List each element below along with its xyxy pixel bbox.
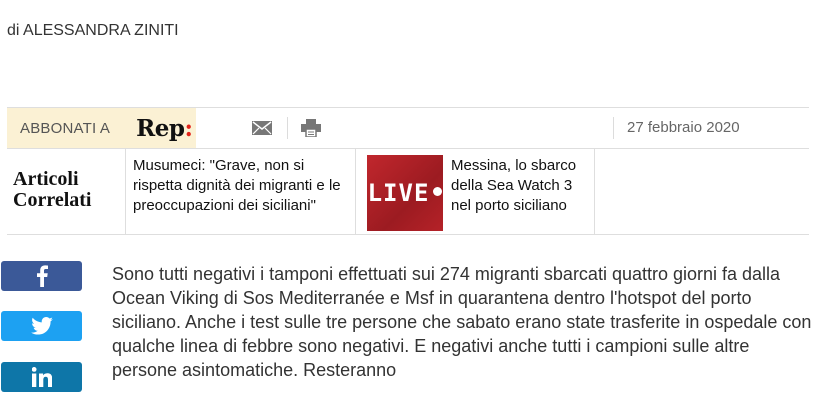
mail-icon[interactable] <box>251 118 273 138</box>
linkedin-share-button[interactable] <box>1 362 82 392</box>
related-title-line2: Correlati <box>13 189 92 211</box>
print-icon[interactable] <box>300 118 322 138</box>
related-article-link[interactable]: Musumeci: "Grave, non si rispetta dignit… <box>125 149 356 234</box>
rep-logo: Rep: <box>136 114 193 142</box>
twitter-share-button[interactable] <box>1 311 82 341</box>
linkedin-icon <box>31 367 52 387</box>
related-title-line1: Articoli <box>13 168 79 190</box>
related-article-title: Messina, lo sbarco della Sea Watch 3 nel… <box>451 157 577 214</box>
related-article-title: Musumeci: "Grave, non si rispetta dignit… <box>133 157 341 214</box>
related-articles: Articoli Correlati Musumeci: "Grave, non… <box>7 149 809 235</box>
rep-logo-text: Rep <box>136 114 185 142</box>
article-date: 27 febbraio 2020 <box>627 119 740 136</box>
rep-logo-accent: : <box>184 114 193 142</box>
article-body: Sono tutti negativi i tamponi effettuati… <box>112 264 812 380</box>
subscribe-label: ABBONATI A <box>20 119 111 137</box>
facebook-icon <box>36 265 48 287</box>
related-article-link[interactable]: LIVE Messina, lo sbarco della Sea Watch … <box>363 149 595 234</box>
article-toolbar: ABBONATI A Rep: 27 febbraio 2020 <box>7 107 809 149</box>
twitter-icon <box>30 317 53 335</box>
live-thumbnail: LIVE <box>367 155 443 231</box>
live-dot-icon <box>433 186 443 196</box>
facebook-share-button[interactable] <box>1 261 82 291</box>
subscribe-rep-banner[interactable]: ABBONATI A Rep: <box>7 108 196 148</box>
article-author: di ALESSANDRA ZINITI <box>7 22 179 39</box>
live-label: LIVE <box>367 179 430 207</box>
related-title: Articoli Correlati <box>13 169 92 211</box>
toolbar-divider <box>613 117 614 139</box>
toolbar-divider <box>287 117 288 139</box>
